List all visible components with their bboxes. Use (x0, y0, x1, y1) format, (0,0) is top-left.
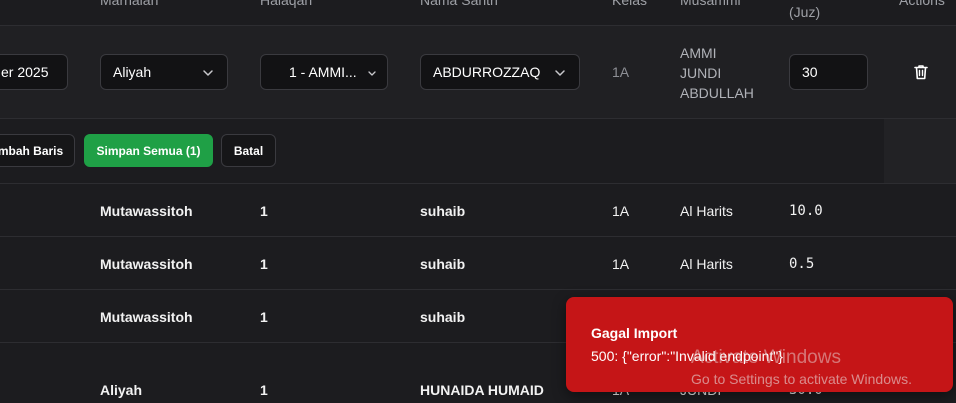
activation-watermark-title: Activate Windows (691, 347, 841, 368)
cell-marhalah: Mutawassitoh (100, 309, 193, 325)
juz-input[interactable]: 30 (789, 54, 868, 90)
table-row: Mutawassitoh 1 suhaib 1A Al Harits 0.5 (0, 237, 956, 290)
header-juz: (Juz) (789, 4, 821, 20)
header-marhalah: Marhalah (100, 0, 159, 8)
cell-santri: suhaib (420, 309, 466, 325)
save-all-button[interactable]: Simpan Semua (1) (84, 134, 213, 167)
santri-select[interactable]: ABDURROZZAQ (420, 54, 580, 90)
date-input[interactable]: er 2025 (0, 54, 68, 90)
activation-watermark-subtitle: Go to Settings to activate Windows. (691, 371, 912, 387)
cell-juz: 0.5 (789, 256, 815, 272)
musammi-line: AMMI (680, 45, 717, 61)
cell-kelas: 1A (612, 203, 630, 219)
santri-value: ABDURROZZAQ (433, 64, 541, 80)
cell-halaqah: 1 (260, 309, 268, 325)
cell-marhalah: Mutawassitoh (100, 203, 193, 219)
marhalah-select[interactable]: Aliyah (100, 54, 228, 90)
cell-santri: suhaib (420, 256, 466, 272)
cell-santri: HUNAIDA HUMAID (420, 382, 544, 398)
juz-value: 30 (802, 64, 818, 80)
cell-halaqah: 1 (260, 382, 268, 398)
header-kelas: Kelas (612, 0, 648, 8)
cell-marhalah: Aliyah (100, 382, 143, 398)
cell-halaqah: 1 (260, 256, 268, 272)
header-halaqah: Halaqah (260, 0, 313, 8)
header-musammi: Musammi (680, 0, 741, 8)
kelas-value: 1A (612, 64, 630, 80)
actions-column-bg (884, 119, 956, 183)
halaqah-value: 1 - AMMI... (289, 64, 357, 80)
cancel-button[interactable]: Batal (221, 134, 276, 167)
chevron-down-icon (555, 70, 565, 76)
musammi-value: AMMI JUNDI ABDULLAH (680, 43, 754, 103)
cell-halaqah: 1 (260, 203, 268, 219)
musammi-line: ABDULLAH (680, 85, 754, 101)
table-row: Mutawassitoh 1 suhaib 1A Al Harits 10.0 (0, 184, 956, 237)
musammi-line: JUNDI (680, 65, 722, 81)
cell-kelas: 1A (612, 256, 630, 272)
header-actions: Actions (899, 0, 945, 8)
halaqah-select[interactable]: 1 - AMMI... (260, 54, 388, 90)
cell-marhalah: Mutawassitoh (100, 256, 193, 272)
chevron-down-icon (203, 70, 213, 76)
header-nama-santri: Nama Santri (420, 0, 498, 8)
chevron-down-icon (368, 71, 376, 76)
cell-santri: suhaib (420, 203, 466, 219)
toast-title: Gagal Import (591, 325, 678, 341)
cell-musammi: Al Harits (680, 203, 733, 219)
cell-juz: 10.0 (789, 203, 823, 219)
date-value: er 2025 (1, 64, 49, 80)
trash-icon[interactable] (912, 63, 930, 81)
marhalah-value: Aliyah (113, 64, 152, 80)
add-row-button[interactable]: mbah Baris (0, 134, 75, 167)
cell-musammi: Al Harits (680, 256, 733, 272)
